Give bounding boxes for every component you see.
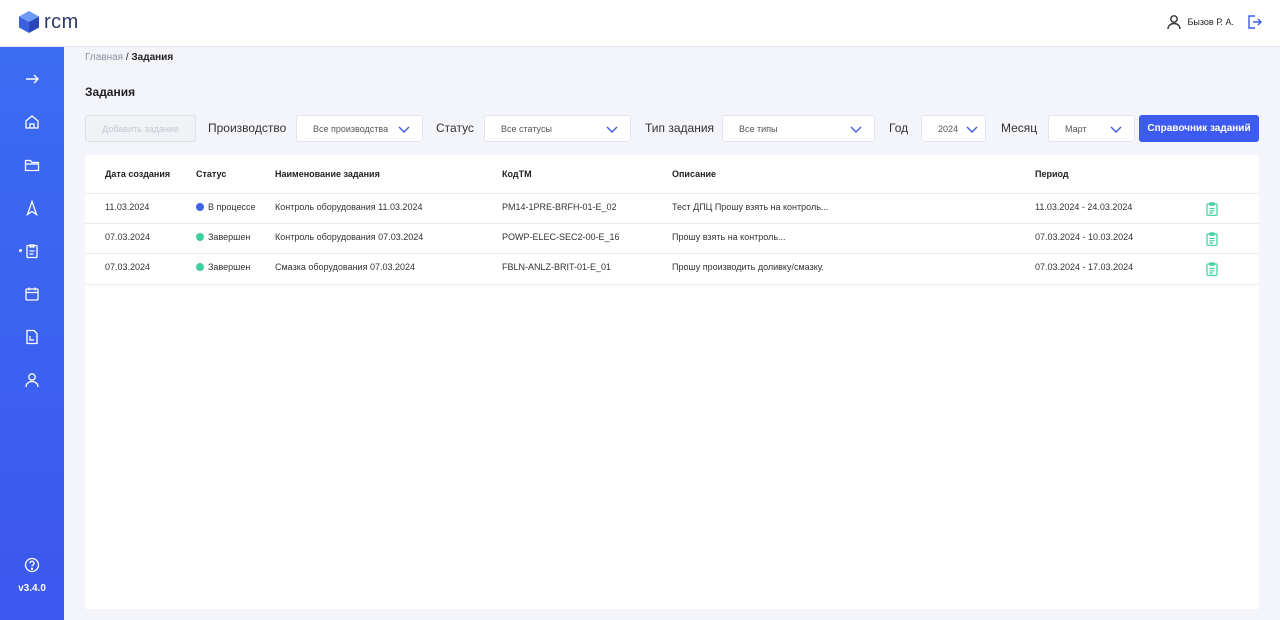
filter-year-label: Год: [889, 121, 909, 135]
chevron-down-icon: [966, 126, 978, 133]
month-select-value: Март: [1065, 123, 1087, 134]
tasks-icon: [26, 244, 38, 259]
breadcrumb-current: Задания: [131, 52, 174, 63]
page-title: Задания: [85, 85, 136, 99]
sidebar-item-navigation[interactable]: [0, 190, 64, 226]
table-row[interactable]: 07.03.2024 Завершен Контроль оборудовани…: [85, 224, 1259, 254]
status-dot: [196, 203, 204, 211]
top-header: rcm Бызов Р. А.: [0, 0, 1280, 47]
logo-text: rcm: [44, 10, 79, 33]
table-row[interactable]: 07.03.2024 Завершен Смазка оборудования …: [85, 254, 1259, 285]
filter-month-label: Месяц: [1001, 121, 1038, 135]
cube-logo-icon: [19, 11, 39, 33]
task-reference-button[interactable]: Справочник заданий: [1139, 115, 1259, 142]
breadcrumb-home[interactable]: Главная: [85, 52, 123, 63]
tasks-table: Дата создания Статус Наименование задани…: [85, 155, 1259, 609]
calendar-icon: [25, 287, 39, 301]
task-name: Смазка оборудования 07.03.2024: [275, 262, 415, 272]
column-header[interactable]: Дата создания: [105, 169, 170, 179]
user-icon: [25, 373, 39, 388]
chevron-down-icon: [1110, 126, 1122, 133]
user-name[interactable]: Бызов Р. А.: [1188, 17, 1235, 27]
filter-status-label: Статус: [436, 121, 474, 135]
clipboard-icon[interactable]: [1205, 202, 1219, 216]
status-text: Завершен: [208, 262, 251, 272]
clipboard-icon[interactable]: [1205, 262, 1219, 276]
task-period: 07.03.2024 - 17.03.2024: [1035, 262, 1134, 272]
table-row[interactable]: 11.03.2024 В процессе Контроль оборудова…: [85, 194, 1259, 224]
column-header[interactable]: Статус: [196, 169, 226, 179]
logo[interactable]: rcm: [18, 10, 79, 34]
active-indicator: [19, 249, 22, 252]
chevron-down-icon: [398, 126, 410, 133]
column-header[interactable]: Период: [1035, 169, 1069, 179]
task-code: POWP-ELEC-SEC2-00-E_16: [502, 232, 620, 242]
logout-icon[interactable]: [1246, 14, 1262, 30]
home-icon: [25, 115, 39, 129]
production-select[interactable]: Все производства: [296, 115, 423, 142]
filter-type-label: Тип задания: [645, 121, 715, 135]
task-code: PM14-1PRE-BRFH-01-E_02: [502, 202, 617, 212]
task-description: Тест ДПЦ Прошу взять на контроль...: [672, 202, 829, 212]
sidebar-item-documents[interactable]: [0, 147, 64, 183]
status-dot: [196, 263, 204, 271]
created-date: 07.03.2024: [105, 232, 151, 242]
user-area: Бызов Р. А.: [1166, 14, 1263, 30]
type-select-value: Все типы: [739, 123, 778, 134]
user-icon[interactable]: [1166, 14, 1182, 30]
type-select[interactable]: Все типы: [722, 115, 875, 142]
chevron-down-icon: [606, 126, 618, 133]
task-name: Контроль оборудования 07.03.2024: [275, 232, 424, 242]
task-period: 07.03.2024 - 10.03.2024: [1035, 232, 1134, 242]
table-header: Дата создания Статус Наименование задани…: [85, 155, 1259, 194]
status-badge: Завершен: [196, 232, 250, 242]
status-badge: Завершен: [196, 262, 250, 272]
sidebar-item-users[interactable]: [0, 362, 64, 398]
column-header[interactable]: КодТМ: [502, 169, 532, 179]
app-version: v3.4.0: [18, 583, 46, 594]
column-header[interactable]: Описание: [672, 169, 716, 179]
sidebar: v3.4.0: [0, 47, 64, 620]
clipboard-icon[interactable]: [1205, 232, 1219, 246]
add-task-button[interactable]: Добавить задание: [85, 115, 196, 142]
report-icon: [26, 329, 38, 345]
status-dot: [196, 233, 204, 241]
column-header[interactable]: Наименование задания: [275, 169, 380, 179]
breadcrumb: Главная / Задания: [85, 52, 173, 63]
sidebar-item-calendar[interactable]: [0, 276, 64, 312]
arrow-right-icon: [26, 74, 39, 84]
chevron-down-icon: [850, 126, 862, 133]
task-code: FBLN-ANLZ-BRIT-01-E_01: [502, 262, 612, 272]
task-name: Контроль оборудования 11.03.2024: [275, 202, 423, 212]
rocket-icon: [26, 200, 38, 216]
folder-icon: [24, 159, 40, 172]
sidebar-expand-button[interactable]: [0, 61, 64, 97]
status-text: Завершен: [208, 232, 251, 242]
status-select[interactable]: Все статусы: [484, 115, 631, 142]
sidebar-item-reports[interactable]: [0, 319, 64, 355]
help-icon: [24, 557, 40, 573]
month-select[interactable]: Март: [1048, 115, 1135, 142]
status-badge: В процессе: [196, 202, 255, 212]
year-select-value: 2024: [938, 123, 959, 134]
created-date: 11.03.2024: [105, 202, 150, 212]
status-select-value: Все статусы: [501, 123, 552, 134]
sidebar-item-tasks[interactable]: [0, 233, 64, 269]
created-date: 07.03.2024: [105, 262, 151, 272]
task-period: 11.03.2024 - 24.03.2024: [1035, 202, 1133, 212]
sidebar-item-home[interactable]: [0, 104, 64, 140]
production-select-value: Все производства: [313, 123, 389, 134]
status-text: В процессе: [208, 202, 256, 212]
year-select[interactable]: 2024: [921, 115, 986, 142]
filter-production-label: Производство: [208, 121, 287, 135]
task-description: Прошу взять на контроль...: [672, 232, 786, 242]
task-description: Прошу производить доливку/смазку.: [672, 262, 824, 272]
sidebar-help-button[interactable]: [0, 547, 64, 583]
